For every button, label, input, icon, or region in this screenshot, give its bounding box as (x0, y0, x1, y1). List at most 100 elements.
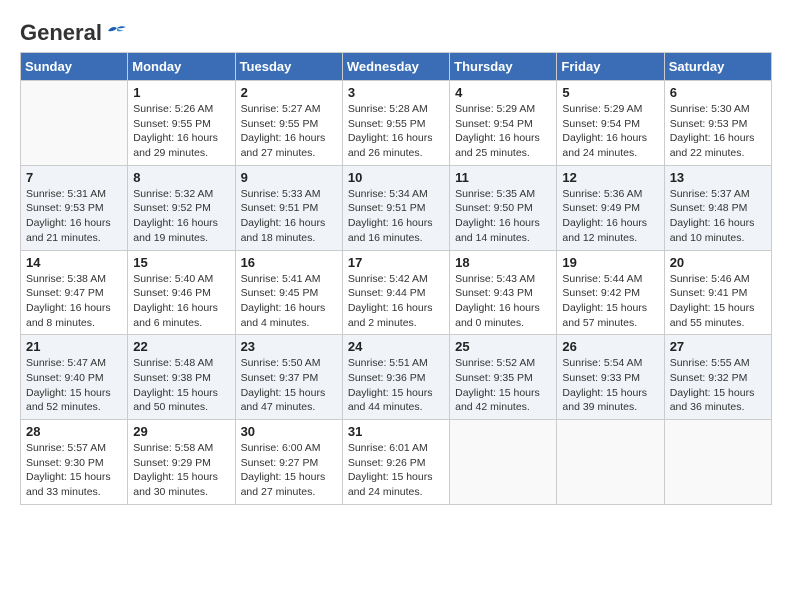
day-number: 12 (562, 170, 658, 185)
day-info: Sunrise: 5:47 AM Sunset: 9:40 PM Dayligh… (26, 356, 122, 415)
calendar-cell: 30 Sunrise: 6:00 AM Sunset: 9:27 PM Dayli… (235, 420, 342, 505)
day-info: Sunrise: 5:31 AM Sunset: 9:53 PM Dayligh… (26, 187, 122, 246)
weekday-header-sunday: Sunday (21, 53, 128, 81)
weekday-header-monday: Monday (128, 53, 235, 81)
day-info: Sunrise: 5:37 AM Sunset: 9:48 PM Dayligh… (670, 187, 766, 246)
calendar-cell: 31 Sunrise: 6:01 AM Sunset: 9:26 PM Dayli… (342, 420, 449, 505)
calendar-week-row: 14Sunrise: 5:38 AM Sunset: 9:47 PM Dayli… (21, 250, 772, 335)
day-number: 8 (133, 170, 229, 185)
calendar-cell: 29 Sunrise: 5:58 AM Sunset: 9:29 PM Dayli… (128, 420, 235, 505)
day-number: 19 (562, 255, 658, 270)
calendar-cell (557, 420, 664, 505)
calendar-cell: 26Sunrise: 5:54 AM Sunset: 9:33 PM Dayli… (557, 335, 664, 420)
day-info: Sunrise: 5:55 AM Sunset: 9:32 PM Dayligh… (670, 356, 766, 415)
calendar-cell: 5 Sunrise: 5:29 AM Sunset: 9:54 PM Daylig… (557, 81, 664, 166)
day-info: Sunrise: 5:44 AM Sunset: 9:42 PM Dayligh… (562, 272, 658, 331)
day-info: Sunrise: 5:27 AM Sunset: 9:55 PM Dayligh… (241, 102, 337, 161)
day-number: 18 (455, 255, 551, 270)
day-number: 6 (670, 85, 766, 100)
calendar-week-row: 28Sunrise: 5:57 AM Sunset: 9:30 PM Dayli… (21, 420, 772, 505)
calendar-cell: 4 Sunrise: 5:29 AM Sunset: 9:54 PM Daylig… (450, 81, 557, 166)
calendar-table: SundayMondayTuesdayWednesdayThursdayFrid… (20, 52, 772, 505)
calendar-week-row: 1 Sunrise: 5:26 AM Sunset: 9:55 PM Daylig… (21, 81, 772, 166)
calendar-cell: 6 Sunrise: 5:30 AM Sunset: 9:53 PM Daylig… (664, 81, 771, 166)
day-info: Sunrise: 5:32 AM Sunset: 9:52 PM Dayligh… (133, 187, 229, 246)
day-number: 7 (26, 170, 122, 185)
calendar-cell: 9 Sunrise: 5:33 AM Sunset: 9:51 PM Daylig… (235, 165, 342, 250)
day-number: 10 (348, 170, 444, 185)
day-info: Sunrise: 5:26 AM Sunset: 9:55 PM Dayligh… (133, 102, 229, 161)
day-number: 15 (133, 255, 229, 270)
calendar-cell: 14Sunrise: 5:38 AM Sunset: 9:47 PM Dayli… (21, 250, 128, 335)
day-number: 13 (670, 170, 766, 185)
day-number: 26 (562, 339, 658, 354)
day-info: Sunrise: 5:58 AM Sunset: 9:29 PM Dayligh… (133, 441, 229, 500)
weekday-header-thursday: Thursday (450, 53, 557, 81)
calendar-cell: 25 Sunrise: 5:52 AM Sunset: 9:35 PM Dayli… (450, 335, 557, 420)
day-number: 1 (133, 85, 229, 100)
day-info: Sunrise: 5:30 AM Sunset: 9:53 PM Dayligh… (670, 102, 766, 161)
day-number: 24 (348, 339, 444, 354)
day-number: 23 (241, 339, 337, 354)
calendar-header-row: SundayMondayTuesdayWednesdayThursdayFrid… (21, 53, 772, 81)
day-info: Sunrise: 6:01 AM Sunset: 9:26 PM Dayligh… (348, 441, 444, 500)
calendar-cell: 16 Sunrise: 5:41 AM Sunset: 9:45 PM Dayli… (235, 250, 342, 335)
calendar-cell: 1 Sunrise: 5:26 AM Sunset: 9:55 PM Daylig… (128, 81, 235, 166)
calendar-cell: 23Sunrise: 5:50 AM Sunset: 9:37 PM Dayli… (235, 335, 342, 420)
day-info: Sunrise: 5:33 AM Sunset: 9:51 PM Dayligh… (241, 187, 337, 246)
weekday-header-friday: Friday (557, 53, 664, 81)
calendar-cell: 7 Sunrise: 5:31 AM Sunset: 9:53 PM Daylig… (21, 165, 128, 250)
day-number: 30 (241, 424, 337, 439)
day-number: 31 (348, 424, 444, 439)
page-header: General (20, 20, 772, 42)
day-number: 9 (241, 170, 337, 185)
day-number: 16 (241, 255, 337, 270)
day-number: 14 (26, 255, 122, 270)
calendar-cell (664, 420, 771, 505)
calendar-week-row: 7 Sunrise: 5:31 AM Sunset: 9:53 PM Daylig… (21, 165, 772, 250)
logo-general: General (20, 20, 102, 46)
day-info: Sunrise: 5:34 AM Sunset: 9:51 PM Dayligh… (348, 187, 444, 246)
day-info: Sunrise: 5:29 AM Sunset: 9:54 PM Dayligh… (455, 102, 551, 161)
day-number: 5 (562, 85, 658, 100)
calendar-cell: 3Sunrise: 5:28 AM Sunset: 9:55 PM Daylig… (342, 81, 449, 166)
calendar-cell: 2Sunrise: 5:27 AM Sunset: 9:55 PM Daylig… (235, 81, 342, 166)
day-number: 21 (26, 339, 122, 354)
calendar-cell: 21 Sunrise: 5:47 AM Sunset: 9:40 PM Dayli… (21, 335, 128, 420)
calendar-cell: 8 Sunrise: 5:32 AM Sunset: 9:52 PM Daylig… (128, 165, 235, 250)
day-number: 22 (133, 339, 229, 354)
day-number: 27 (670, 339, 766, 354)
day-info: Sunrise: 5:52 AM Sunset: 9:35 PM Dayligh… (455, 356, 551, 415)
calendar-cell: 17 Sunrise: 5:42 AM Sunset: 9:44 PM Dayli… (342, 250, 449, 335)
day-number: 17 (348, 255, 444, 270)
day-number: 20 (670, 255, 766, 270)
calendar-cell (450, 420, 557, 505)
calendar-cell: 12 Sunrise: 5:36 AM Sunset: 9:49 PM Dayli… (557, 165, 664, 250)
calendar-cell: 10 Sunrise: 5:34 AM Sunset: 9:51 PM Dayli… (342, 165, 449, 250)
day-info: Sunrise: 5:36 AM Sunset: 9:49 PM Dayligh… (562, 187, 658, 246)
calendar-cell (21, 81, 128, 166)
day-info: Sunrise: 5:41 AM Sunset: 9:45 PM Dayligh… (241, 272, 337, 331)
calendar-cell: 24 Sunrise: 5:51 AM Sunset: 9:36 PM Dayli… (342, 335, 449, 420)
day-number: 4 (455, 85, 551, 100)
day-number: 11 (455, 170, 551, 185)
day-info: Sunrise: 5:46 AM Sunset: 9:41 PM Dayligh… (670, 272, 766, 331)
day-info: Sunrise: 5:29 AM Sunset: 9:54 PM Dayligh… (562, 102, 658, 161)
calendar-cell: 20 Sunrise: 5:46 AM Sunset: 9:41 PM Dayli… (664, 250, 771, 335)
day-number: 25 (455, 339, 551, 354)
logo-bird-icon (106, 23, 128, 39)
day-info: Sunrise: 5:43 AM Sunset: 9:43 PM Dayligh… (455, 272, 551, 331)
calendar-cell: 19 Sunrise: 5:44 AM Sunset: 9:42 PM Dayli… (557, 250, 664, 335)
day-info: Sunrise: 5:40 AM Sunset: 9:46 PM Dayligh… (133, 272, 229, 331)
day-info: Sunrise: 5:42 AM Sunset: 9:44 PM Dayligh… (348, 272, 444, 331)
day-info: Sunrise: 6:00 AM Sunset: 9:27 PM Dayligh… (241, 441, 337, 500)
logo: General (20, 20, 128, 42)
calendar-week-row: 21 Sunrise: 5:47 AM Sunset: 9:40 PM Dayli… (21, 335, 772, 420)
calendar-cell: 15 Sunrise: 5:40 AM Sunset: 9:46 PM Dayli… (128, 250, 235, 335)
calendar-cell: 27 Sunrise: 5:55 AM Sunset: 9:32 PM Dayli… (664, 335, 771, 420)
day-number: 3 (348, 85, 444, 100)
day-info: Sunrise: 5:51 AM Sunset: 9:36 PM Dayligh… (348, 356, 444, 415)
weekday-header-tuesday: Tuesday (235, 53, 342, 81)
day-number: 29 (133, 424, 229, 439)
weekday-header-saturday: Saturday (664, 53, 771, 81)
